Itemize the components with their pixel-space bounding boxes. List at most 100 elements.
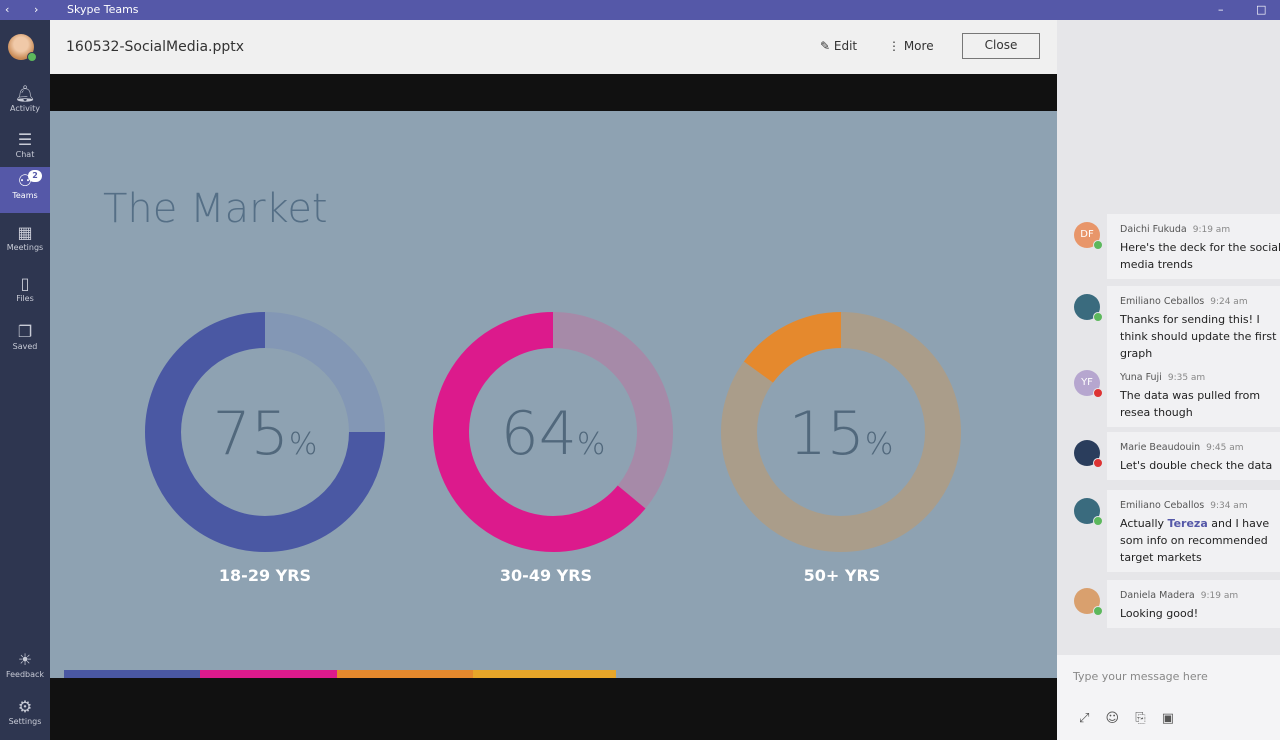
color-bar (64, 670, 616, 678)
rail-item-feedback[interactable]: ☀ Feedback (0, 646, 50, 692)
color-bar-segment (64, 670, 201, 678)
chat-message: Emiliano Ceballos 9:34 am Actually Tereza … (1107, 490, 1280, 572)
status-online-icon (1093, 240, 1103, 250)
message-input[interactable]: Type your message here (1073, 670, 1208, 683)
file-icon: ▯ (20, 274, 30, 293)
rail-item-activity[interactable]: 🔔︎ Activity (0, 80, 50, 126)
rail-item-chat[interactable]: ☰ Chat (0, 126, 50, 172)
maximize-icon[interactable]: □ (1256, 3, 1266, 16)
donut-value: 64% (501, 399, 606, 469)
slide: The Market 75% 64% 15% 18-29 YRS 30-49 YRS… (50, 111, 1057, 678)
sender-name: Marie Beaudouin (1120, 442, 1201, 453)
sender-name: Daichi Fukuda (1120, 224, 1187, 235)
value-number: 75 (213, 399, 289, 469)
avatar-initials: YF (1081, 377, 1093, 388)
rail-label: Activity (10, 104, 40, 113)
message-text: The data was pulled from resea though (1120, 389, 1261, 419)
status-online-icon (1093, 606, 1103, 616)
message-time: 9:19 am (1192, 225, 1231, 235)
message-time: 9:35 am (1167, 373, 1206, 383)
value-number: 15 (789, 399, 865, 469)
message-avatar[interactable] (1074, 588, 1103, 616)
donut-label: 18-29 YRS (218, 566, 312, 585)
lightbulb-icon: ☀ (17, 650, 33, 669)
color-bar-segment (336, 670, 473, 678)
bell-icon: 🔔︎ (14, 84, 36, 103)
rail-label: Saved (12, 342, 38, 351)
app-title: Skype Teams (67, 3, 139, 16)
rail-label: Files (16, 294, 34, 303)
value-unit: % (289, 427, 318, 462)
notification-badge: 2 (28, 170, 42, 182)
message-text: Thanks for sending this! I think should … (1120, 313, 1277, 360)
message-text: Let's double check the data (1120, 459, 1273, 472)
status-online-icon (1093, 312, 1103, 322)
donut-label: 50+ YRS (803, 566, 881, 585)
message-text: Here's the deck for the social media tre… (1120, 241, 1280, 271)
edit-button[interactable]: ✎ Edit (820, 39, 857, 53)
status-busy-icon (1093, 458, 1103, 468)
compose-area: Type your message here ⤢ ☺ ⎘ ▣ (1057, 655, 1280, 740)
chat-message: Daichi Fukuda 9:19 am Here's the deck for … (1107, 214, 1280, 279)
rail-item-saved[interactable]: ❐ Saved (0, 318, 50, 364)
color-bar-segment (200, 670, 337, 678)
message-time: 9:19 am (1200, 591, 1239, 601)
rail-label: Settings (8, 717, 42, 726)
mention-link[interactable]: Tereza (1168, 517, 1208, 530)
more-icon: ⋮ (888, 39, 900, 53)
value-number: 64 (501, 399, 577, 469)
chat-panel: DF Daichi Fukuda 9:19 am Here's the deck f… (1057, 20, 1280, 740)
title-bar: ‹ › Skype Teams – □ (0, 0, 1280, 20)
message-time: 9:34 am (1210, 501, 1248, 511)
teams-icon: ⚇ (17, 171, 33, 190)
rail-label: Chat (15, 150, 35, 159)
app-rail: 🔔︎ Activity ☰ Chat ⚇ Teams 2 ▦ Meetings ▯ File… (0, 20, 50, 740)
status-online-icon (27, 52, 37, 62)
rail-item-files[interactable]: ▯ Files (0, 270, 50, 316)
message-time: 9:24 am (1210, 297, 1248, 307)
rail-item-teams[interactable]: ⚇ Teams 2 (0, 167, 50, 213)
donut-segment (743, 312, 842, 384)
chat-icon: ☰ (17, 130, 33, 149)
color-bar-segment (472, 670, 616, 678)
value-unit: % (577, 427, 606, 462)
gear-icon: ⚙ (17, 697, 33, 716)
value-unit: % (865, 427, 894, 462)
donut-label: 30-49 YRS (499, 566, 593, 585)
minimize-icon[interactable]: – (1218, 3, 1224, 16)
edit-label: Edit (833, 39, 858, 53)
user-avatar[interactable] (8, 34, 37, 62)
message-avatar[interactable]: DF (1074, 222, 1103, 250)
donut-value: 15% (789, 399, 894, 469)
message-avatar[interactable]: YF (1074, 370, 1103, 398)
sender-name: Emiliano Ceballos (1120, 500, 1205, 511)
back-icon[interactable]: ‹ (5, 3, 9, 16)
pencil-icon: ✎ (820, 39, 831, 53)
chat-message: Daniela Madera 9:19 am Looking good! (1107, 580, 1280, 628)
message-avatar[interactable] (1074, 294, 1103, 322)
attach-icon[interactable]: ⎘ (1135, 711, 1145, 726)
status-online-icon (1093, 516, 1103, 526)
video-icon[interactable]: ▣ (1162, 711, 1174, 726)
rail-label: Meetings (6, 243, 44, 252)
emoji-icon[interactable]: ☺ (1106, 711, 1120, 726)
close-button[interactable]: Close (962, 33, 1040, 59)
rail-item-settings[interactable]: ⚙ Settings (0, 693, 50, 739)
sender-name: Emiliano Ceballos (1120, 296, 1205, 307)
chat-message: Marie Beaudouin 9:45 am Let's double check… (1107, 432, 1280, 480)
rail-item-meetings[interactable]: ▦ Meetings (0, 219, 50, 265)
message-text: Actually (1120, 517, 1168, 530)
sender-name: Yuna Fuji (1120, 372, 1162, 383)
chat-message: Emiliano Ceballos 9:24 am Thanks for sendi… (1107, 286, 1280, 368)
message-avatar[interactable] (1074, 440, 1103, 468)
expand-icon[interactable]: ⤢ (1079, 711, 1089, 726)
sender-name: Daniela Madera (1120, 590, 1195, 601)
file-name: 160532-SocialMedia.pptx (66, 39, 245, 55)
message-avatar[interactable] (1074, 498, 1103, 526)
donut-charts: 75% 64% 15% (145, 312, 961, 552)
rail-label: Feedback (5, 670, 45, 679)
more-label: More (903, 39, 934, 53)
more-button[interactable]: ⋮ More (888, 39, 934, 53)
calendar-icon: ▦ (17, 223, 33, 242)
forward-icon[interactable]: › (34, 3, 38, 16)
